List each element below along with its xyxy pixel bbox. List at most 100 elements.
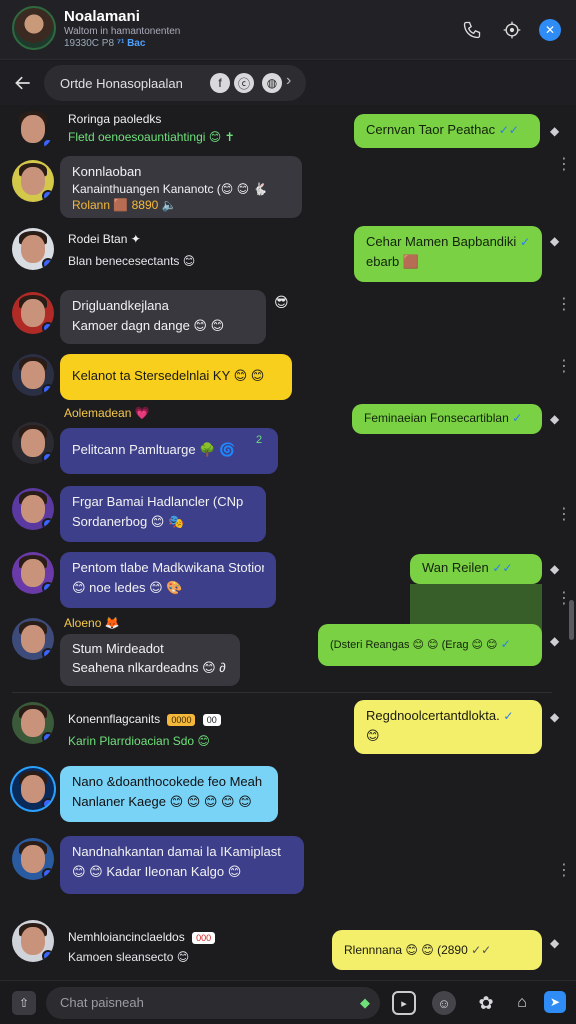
message-text-2: Nanlaner Kaege 😊 😊 😊 😊 😊 xyxy=(72,794,252,809)
message-text-2: 😊 noe ledes 😊 🎨 xyxy=(72,580,183,595)
reaction-icon[interactable]: ◆ xyxy=(550,124,564,138)
message-text: Frgar Bamai Hadlancler (CNp xyxy=(72,494,244,509)
reaction-icon[interactable]: ◆ xyxy=(550,562,564,576)
message-input[interactable]: Chat paisneah ◆ xyxy=(46,987,380,1019)
message-text-2: Kamoer dagn dange 😊 😊 xyxy=(72,318,225,333)
divider xyxy=(12,692,552,693)
chat-subtitle: Waltom in hamantonenten xyxy=(64,26,181,37)
avatar[interactable] xyxy=(12,920,54,962)
message-row: Aolemadean 💗 Pelitcann Pamltuarge 🌳 🌀 2 … xyxy=(0,404,576,480)
reaction-icon[interactable]: ◆ xyxy=(550,234,564,248)
close-icon[interactable]: ✕ xyxy=(539,19,561,41)
phone-icon[interactable] xyxy=(460,18,484,42)
input-placeholder: Chat paisneah xyxy=(60,995,144,1010)
avatar[interactable] xyxy=(12,552,54,594)
settings-icon[interactable] xyxy=(500,18,524,42)
search-text: Ortde Honasoplaalan xyxy=(60,76,183,91)
reaction-icon[interactable]: ◆ xyxy=(550,936,564,950)
whatsapp-icon[interactable]: ◍ xyxy=(262,73,282,93)
outgoing-text: Cehar Mamen Bapbandiki xyxy=(366,234,517,249)
edited-marker: 2 xyxy=(256,434,263,446)
more-options-icon[interactable]: ⋮ xyxy=(556,591,572,614)
avatar[interactable] xyxy=(12,488,54,530)
send-icon[interactable]: ➤ xyxy=(544,991,566,1013)
message-text: Pelitcann Pamltuarge 🌳 🌀 xyxy=(72,442,236,457)
outgoing-bubble[interactable]: Regdnoolcertantdlokta. ✓ 😊 xyxy=(354,700,542,754)
top-bar: Noalamani Waltom in hamantonenten 19330C… xyxy=(0,0,576,60)
read-receipt-icon: ✓ xyxy=(519,235,530,249)
search-row: Ortde Honasoplaalan f ⓒ ◍ › xyxy=(0,61,576,105)
read-receipt-icon: ✓ xyxy=(500,637,511,651)
message-row: Drigluandkejlana Kamoer dagn dange 😊 😊 😎… xyxy=(0,288,576,346)
more-options-icon[interactable]: ⋮ xyxy=(556,297,572,320)
game-icon[interactable]: ✿ xyxy=(474,991,498,1015)
message-row: Roringa paoledks Fletd oenoesoauntiahtin… xyxy=(0,106,576,156)
chevron-right-icon[interactable]: › xyxy=(286,72,291,90)
more-options-icon[interactable]: ⋮ xyxy=(556,863,572,886)
attach-icon[interactable]: ⇧ xyxy=(12,991,36,1015)
outgoing-bubble[interactable]: Cernvan Taor Peathac ✓✓ xyxy=(354,114,540,148)
outgoing-bubble[interactable]: Cehar Mamen Bapbandiki ✓ ebarb 🟫 xyxy=(354,226,542,282)
message-text: Kanainthuangen Kananotc (😊 😊 🐇 xyxy=(72,182,268,196)
incoming-bubble[interactable]: Nandnahkantan damai la IKamiplast 😊 😊 Ka… xyxy=(60,836,304,894)
avatar[interactable] xyxy=(12,618,54,660)
incoming-bubble[interactable]: Frgar Bamai Hadlancler (CNp Sordanerbog … xyxy=(60,486,266,542)
outgoing-bubble[interactable]: Rlennnana 😊 😊 (2890 ✓✓ xyxy=(332,930,542,970)
outgoing-text: Cernvan Taor Peathac xyxy=(366,122,496,137)
outgoing-text-2: 😊 xyxy=(366,728,380,743)
avatar[interactable] xyxy=(12,768,54,810)
sticker-icon[interactable]: ▸ xyxy=(392,991,416,1015)
outgoing-text: (Dsteri Reangas 😊 😊 (Erag 😊 😊 xyxy=(330,639,498,651)
facebook-icon[interactable]: f xyxy=(210,73,230,93)
message-row: Kelanot ta Stersedelnlai KY 😊 😊 ⋮ xyxy=(0,352,576,402)
avatar[interactable] xyxy=(12,702,54,744)
sender-name: Rodei Btan ✦ xyxy=(68,232,141,246)
incoming-bubble[interactable]: Pelitcann Pamltuarge 🌳 🌀 xyxy=(60,428,278,474)
message-row: Frgar Bamai Hadlancler (CNp Sordanerbog … xyxy=(0,484,576,544)
reaction-icon[interactable]: ◆ xyxy=(550,634,564,648)
outgoing-bubble[interactable]: Wan Reilen ✓✓ xyxy=(410,554,542,584)
incoming-bubble[interactable]: Pentom tlabe Madkwikana Stotion 😊 noe le… xyxy=(60,552,276,608)
message-preview: Fletd oenoesoauntiahtingi 😊 ✝ xyxy=(68,130,235,144)
avatar[interactable] xyxy=(12,354,54,396)
emoji-icon: 😎 xyxy=(274,294,289,310)
chat-status: 19330C P8 ⁷¹ Bac xyxy=(64,38,145,49)
message-text: Pentom tlabe Madkwikana Stotion xyxy=(72,560,264,575)
message-preview: Blan benecesectants 😊 xyxy=(68,254,196,268)
outgoing-bubble[interactable]: (Dsteri Reangas 😊 😊 (Erag 😊 😊 ✓ xyxy=(318,624,542,666)
read-receipt-icon: ✓✓ xyxy=(498,123,519,137)
reaction-icon[interactable]: ◆ xyxy=(550,412,564,426)
message-text-2: Rolann 🟫 8890 🔈 xyxy=(72,198,177,212)
games-icon[interactable]: ⓒ xyxy=(234,73,254,93)
more-options-icon[interactable]: ⋮ xyxy=(556,157,572,180)
incoming-bubble[interactable]: Stum Mirdeadot Seahena nlkardeadns 😊 ∂ xyxy=(60,634,240,686)
scrollbar-thumb[interactable] xyxy=(569,600,574,640)
search-pill[interactable]: Ortde Honasoplaalan f ⓒ ◍ › xyxy=(44,65,306,101)
message-text: Kelanot ta Stersedelnlai KY 😊 😊 xyxy=(72,368,265,383)
incoming-bubble[interactable]: Drigluandkejlana Kamoer dagn dange 😊 😊 xyxy=(60,290,266,344)
avatar[interactable] xyxy=(12,160,54,202)
profile-avatar[interactable] xyxy=(12,6,56,50)
outgoing-bubble[interactable]: Feminaeian Fonsecartiblan ✓ xyxy=(352,404,542,434)
message-row: Konennflagcanits 0000 00 Karin Plarrdioa… xyxy=(0,698,576,758)
avatar[interactable] xyxy=(12,108,54,150)
home-icon[interactable]: ⌂ xyxy=(510,991,534,1015)
incoming-bubble[interactable]: Kelanot ta Stersedelnlai KY 😊 😊 xyxy=(60,354,292,400)
avatar[interactable] xyxy=(12,838,54,880)
incoming-bubble[interactable]: Nano &doanthocokede feo Meah Nanlaner Ka… xyxy=(60,766,278,822)
more-options-icon[interactable]: ⋮ xyxy=(556,359,572,382)
avatar[interactable] xyxy=(12,228,54,270)
status-text: 19330C P8 xyxy=(64,38,115,49)
emoji-picker-icon[interactable]: ◆ xyxy=(360,995,370,1011)
emoji-icon[interactable]: ☺ xyxy=(432,991,456,1015)
outgoing-text: Feminaeian Fonsecartiblan xyxy=(364,411,509,425)
outgoing-text: Rlennnana 😊 😊 (2890 xyxy=(344,943,468,957)
reaction-icon[interactable]: ◆ xyxy=(550,710,564,724)
avatar[interactable] xyxy=(12,422,54,464)
avatar[interactable] xyxy=(12,292,54,334)
read-receipt-icon: ✓✓ xyxy=(492,561,513,575)
outgoing-text: Wan Reilen xyxy=(422,560,489,575)
incoming-bubble[interactable]: Konnlaoban Kanainthuangen Kananotc (😊 😊 … xyxy=(60,156,302,218)
more-options-icon[interactable]: ⋮ xyxy=(556,507,572,530)
arrow-left-icon[interactable] xyxy=(10,71,36,95)
